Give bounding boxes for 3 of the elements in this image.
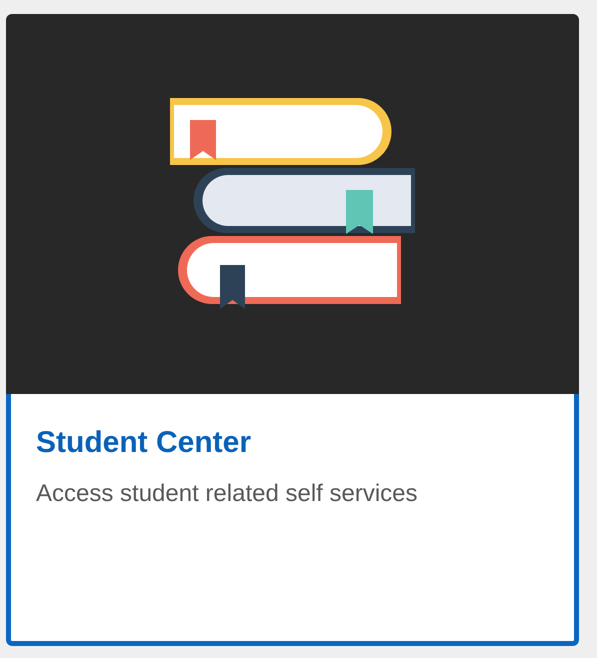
card-description: Access student related self services xyxy=(36,480,418,508)
card-title: Student Center xyxy=(36,426,252,460)
tile-card[interactable]: Student Center Access student related self services xyxy=(6,14,579,646)
